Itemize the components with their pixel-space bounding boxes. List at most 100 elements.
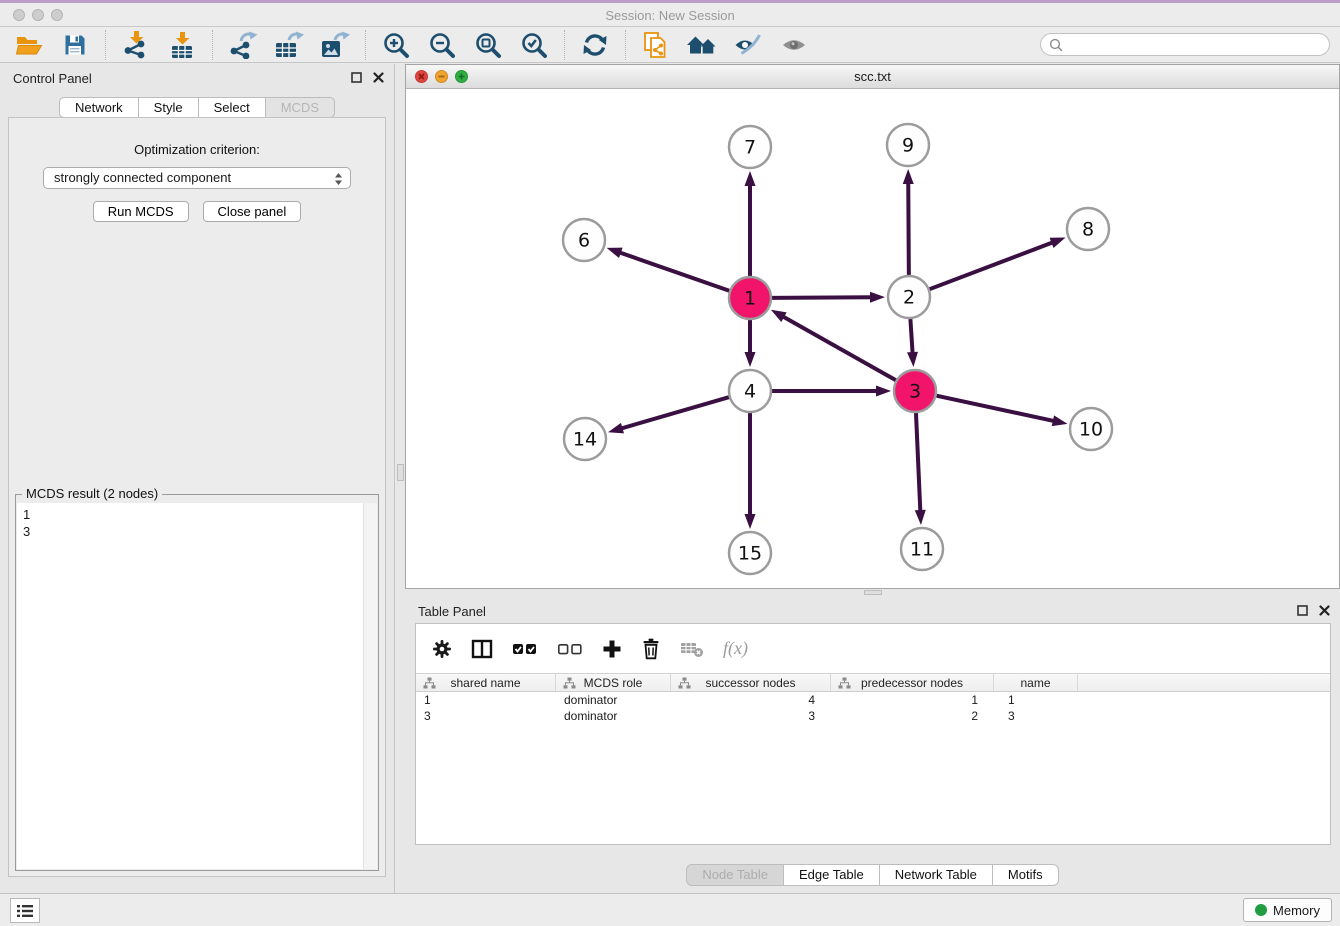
export-table-button[interactable] xyxy=(270,29,308,61)
graph-edge[interactable] xyxy=(916,413,920,512)
tab-network[interactable]: Network xyxy=(59,97,139,118)
column-header-successor-nodes[interactable]: successor nodes xyxy=(671,674,831,691)
table-row[interactable]: 3 dominator 3 2 3 xyxy=(416,708,1330,724)
table-row[interactable]: 1 dominator 4 1 1 xyxy=(416,692,1330,708)
splitter-handle[interactable] xyxy=(864,590,882,595)
delete-table-icon xyxy=(680,640,704,658)
save-session-button[interactable] xyxy=(56,29,94,61)
graph-edge-arrowhead xyxy=(745,514,756,529)
optimization-criterion-label: Optimization criterion: xyxy=(9,142,385,157)
table-panel-close-button[interactable] xyxy=(1319,605,1330,616)
delete-table-button[interactable] xyxy=(680,640,704,658)
zoom-out-button[interactable] xyxy=(423,29,461,61)
table-settings-button[interactable] xyxy=(432,639,452,659)
column-header-shared-name[interactable]: shared name xyxy=(416,674,556,691)
export-image-icon xyxy=(320,31,350,59)
export-image-button[interactable] xyxy=(316,29,354,61)
cell-mcds-role[interactable]: dominator xyxy=(556,693,671,707)
network-graph[interactable]: 7968124314101511 xyxy=(406,90,1339,589)
tab-style[interactable]: Style xyxy=(139,97,199,118)
tab-network-table[interactable]: Network Table xyxy=(880,864,993,886)
network-close-button[interactable] xyxy=(415,70,428,83)
export-network-icon xyxy=(228,31,258,59)
table-panel-float-button[interactable] xyxy=(1297,605,1308,616)
home-button[interactable] xyxy=(683,29,721,61)
column-header-predecessor-nodes[interactable]: predecessor nodes xyxy=(831,674,994,691)
run-mcds-button[interactable]: Run MCDS xyxy=(93,201,189,222)
zoom-fit-button[interactable] xyxy=(469,29,507,61)
tab-select[interactable]: Select xyxy=(199,97,266,118)
vertical-splitter[interactable] xyxy=(396,64,405,893)
network-canvas[interactable]: 7968124314101511 xyxy=(406,90,1339,588)
cell-predecessor-nodes[interactable]: 2 xyxy=(831,709,994,723)
graph-edge-arrowhead xyxy=(771,310,787,322)
network-from-document-button[interactable] xyxy=(637,29,675,61)
apply-function-button[interactable]: f(x) xyxy=(723,638,748,659)
hide-panels-button[interactable] xyxy=(729,29,767,61)
plus-icon xyxy=(602,639,622,659)
import-table-button[interactable] xyxy=(163,29,201,61)
graph-edge[interactable] xyxy=(908,182,909,275)
result-scrollbar[interactable] xyxy=(363,503,377,869)
graph-edge[interactable] xyxy=(910,319,912,354)
close-panel-button[interactable]: Close panel xyxy=(203,201,302,222)
graph-node-label: 15 xyxy=(738,543,762,565)
import-network-button[interactable] xyxy=(117,29,155,61)
cell-shared-name[interactable]: 1 xyxy=(416,693,556,707)
select-all-button[interactable] xyxy=(512,641,538,657)
graph-edge-arrowhead xyxy=(915,510,926,525)
tab-edge-table[interactable]: Edge Table xyxy=(784,864,880,886)
column-type-icon xyxy=(838,677,851,689)
import-network-icon xyxy=(121,30,151,59)
network-maximize-button[interactable] xyxy=(455,70,468,83)
graph-node-label: 14 xyxy=(573,429,597,451)
zoom-in-button[interactable] xyxy=(377,29,415,61)
mcds-result-list[interactable]: 1 3 xyxy=(17,503,377,869)
search-input[interactable] xyxy=(1040,33,1330,56)
task-history-button[interactable] xyxy=(10,898,40,923)
refresh-layout-button[interactable] xyxy=(576,29,614,61)
deselect-all-button[interactable] xyxy=(557,641,583,657)
tab-node-table[interactable]: Node Table xyxy=(686,864,784,886)
graph-edge[interactable] xyxy=(937,396,1055,422)
control-panel-close-button[interactable] xyxy=(373,72,384,83)
tab-mcds[interactable]: MCDS xyxy=(266,97,335,118)
select-stepper-icon xyxy=(334,172,343,186)
column-header-label: predecessor nodes xyxy=(861,676,963,690)
graph-edge[interactable] xyxy=(619,252,729,291)
graph-edge[interactable] xyxy=(782,316,896,380)
graph-edge[interactable] xyxy=(621,397,729,429)
cell-mcds-role[interactable]: dominator xyxy=(556,709,671,723)
splitter-handle[interactable] xyxy=(397,464,404,481)
cell-successor-nodes[interactable]: 4 xyxy=(671,693,831,707)
list-icon xyxy=(16,904,34,918)
cell-name[interactable]: 3 xyxy=(994,709,1078,723)
column-type-icon xyxy=(678,677,691,689)
graph-edge[interactable] xyxy=(772,297,872,298)
open-folder-icon xyxy=(15,33,43,57)
document-network-icon xyxy=(643,31,669,59)
zoom-selected-button[interactable] xyxy=(515,29,553,61)
graph-edge-arrowhead xyxy=(870,292,885,303)
horizontal-splitter[interactable] xyxy=(405,589,1340,597)
delete-column-button[interactable] xyxy=(641,638,661,660)
cell-name[interactable]: 1 xyxy=(994,693,1078,707)
show-panels-button[interactable] xyxy=(775,29,813,61)
tab-motifs[interactable]: Motifs xyxy=(993,864,1059,886)
control-panel-float-button[interactable] xyxy=(351,72,362,83)
window-title: Session: New Session xyxy=(0,8,1340,23)
cell-successor-nodes[interactable]: 3 xyxy=(671,709,831,723)
graph-edge[interactable] xyxy=(930,242,1054,289)
cell-predecessor-nodes[interactable]: 1 xyxy=(831,693,994,707)
column-header-name[interactable]: name xyxy=(994,674,1078,691)
column-header-mcds-role[interactable]: MCDS role xyxy=(556,674,671,691)
export-network-button[interactable] xyxy=(224,29,262,61)
zoom-in-icon xyxy=(382,31,410,59)
open-session-button[interactable] xyxy=(10,29,48,61)
cell-shared-name[interactable]: 3 xyxy=(416,709,556,723)
column-panel-button[interactable] xyxy=(471,639,493,659)
memory-button[interactable]: Memory xyxy=(1243,898,1332,922)
criterion-select[interactable]: strongly connected component xyxy=(43,167,351,189)
add-column-button[interactable] xyxy=(602,639,622,659)
network-minimize-button[interactable] xyxy=(435,70,448,83)
